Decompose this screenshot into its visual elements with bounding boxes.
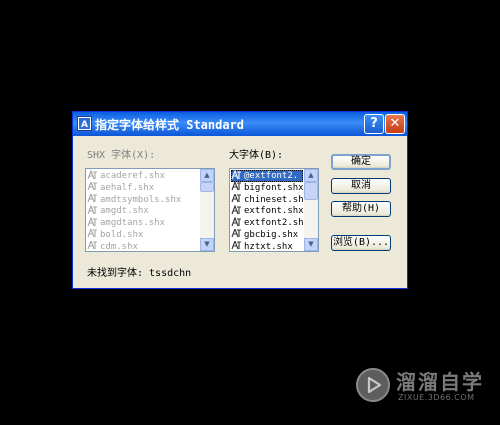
close-button[interactable]: ✕ bbox=[385, 114, 405, 134]
list-item-label: chineset.sh bbox=[244, 194, 303, 205]
list-item-label: acaderef.shx bbox=[100, 171, 166, 181]
list-item[interactable]: cdm.shx bbox=[87, 240, 199, 252]
shx-scrollbar[interactable]: ▲ ▼ bbox=[200, 169, 214, 251]
list-item-label: extfont.shx bbox=[244, 206, 303, 217]
list-item-label: amgdt.shx bbox=[100, 206, 149, 217]
big-font-items: @extfont2. bigfont.shx chineset.sh extfont.… bbox=[231, 170, 303, 252]
list-item[interactable]: aehalf.shx bbox=[87, 181, 199, 194]
play-logo-icon bbox=[356, 368, 390, 402]
font-style-dialog: A 指定字体给样式 Standard ? ✕ SHX 字体(X): acader… bbox=[72, 111, 408, 289]
list-item-label: gbcbig.shx bbox=[244, 229, 299, 240]
font-file-icon bbox=[231, 170, 241, 179]
list-item[interactable]: chineset.sh bbox=[231, 193, 303, 206]
scroll-up-arrow-icon[interactable]: ▲ bbox=[304, 169, 318, 182]
font-file-icon bbox=[231, 181, 241, 191]
list-item-label: bigfont.shx bbox=[244, 182, 303, 193]
big-font-label: 大字体(B): bbox=[229, 150, 284, 161]
svg-text:A: A bbox=[81, 120, 88, 130]
big-font-scrollbar[interactable]: ▲ ▼ bbox=[304, 169, 318, 251]
help-title-button[interactable]: ? bbox=[364, 114, 384, 134]
font-file-icon bbox=[231, 193, 241, 203]
list-item[interactable]: amgdtans.shx bbox=[87, 217, 199, 229]
list-item-label: amdtsymbols.shx bbox=[100, 194, 182, 205]
font-file-icon bbox=[87, 205, 97, 215]
cancel-button[interactable]: 取消 bbox=[331, 178, 391, 194]
dialog-titlebar[interactable]: A 指定字体给样式 Standard ? ✕ bbox=[73, 112, 407, 136]
font-not-found-status: 未找到字体: tssdchn bbox=[87, 268, 192, 279]
list-item[interactable]: extfont2.sh bbox=[231, 217, 303, 229]
list-item[interactable]: bold.shx bbox=[87, 228, 199, 241]
list-item-label: bold.shx bbox=[100, 229, 144, 240]
scroll-down-arrow-icon[interactable]: ▼ bbox=[304, 238, 318, 251]
list-item-label: cdm.shx bbox=[100, 241, 138, 252]
list-item[interactable]: gbcbig.shx bbox=[231, 228, 303, 241]
site-watermark: 溜溜自学 ZIXUE.3D66.COM bbox=[352, 362, 500, 412]
list-item-label: hztxt.shx bbox=[244, 241, 293, 252]
list-item-label: aehalf.shx bbox=[100, 182, 155, 193]
help-button[interactable]: 帮助(H) bbox=[331, 201, 391, 217]
list-item[interactable]: acaderef.shx bbox=[87, 170, 199, 182]
ok-button[interactable]: 确定 bbox=[331, 154, 391, 170]
scroll-thumb[interactable] bbox=[200, 182, 214, 192]
font-file-icon bbox=[87, 170, 97, 179]
font-file-icon bbox=[87, 240, 97, 250]
list-item-label: @extfont2. bbox=[244, 171, 299, 181]
shx-font-label: SHX 字体(X): bbox=[87, 150, 156, 161]
scroll-down-arrow-icon[interactable]: ▼ bbox=[200, 238, 214, 251]
font-file-icon bbox=[87, 228, 97, 238]
autocad-app-icon: A bbox=[77, 116, 92, 131]
dialog-title: 指定字体给样式 Standard bbox=[95, 118, 245, 132]
list-item[interactable]: amdtsymbols.shx bbox=[87, 193, 199, 206]
font-file-icon bbox=[231, 217, 241, 226]
watermark-title: 溜溜自学 bbox=[396, 370, 484, 394]
font-file-icon bbox=[87, 181, 97, 191]
list-item[interactable]: amgdt.shx bbox=[87, 205, 199, 217]
list-item[interactable]: @extfont2. bbox=[231, 170, 303, 182]
scroll-up-arrow-icon[interactable]: ▲ bbox=[200, 169, 214, 182]
shx-font-list[interactable]: acaderef.shx aehalf.shx amdtsymbols.shx amg… bbox=[85, 168, 215, 252]
big-font-list[interactable]: @extfont2. bigfont.shx chineset.sh extfont.… bbox=[229, 168, 319, 252]
font-file-icon bbox=[87, 217, 97, 226]
shx-font-items: acaderef.shx aehalf.shx amdtsymbols.shx amg… bbox=[87, 170, 199, 252]
font-file-icon bbox=[87, 193, 97, 203]
list-item-label: amgdtans.shx bbox=[100, 218, 166, 229]
list-item[interactable]: hztxt.shx bbox=[231, 240, 303, 252]
font-file-icon bbox=[231, 228, 241, 238]
browse-button[interactable]: 浏览(B)... bbox=[331, 235, 391, 251]
watermark-subtitle: ZIXUE.3D66.COM bbox=[398, 393, 475, 402]
list-item-label: extfont2.sh bbox=[244, 218, 303, 229]
font-file-icon bbox=[231, 205, 241, 215]
scroll-thumb[interactable] bbox=[304, 182, 318, 200]
list-item[interactable]: bigfont.shx bbox=[231, 181, 303, 194]
list-item[interactable]: extfont.shx bbox=[231, 205, 303, 217]
font-file-icon bbox=[231, 240, 241, 250]
